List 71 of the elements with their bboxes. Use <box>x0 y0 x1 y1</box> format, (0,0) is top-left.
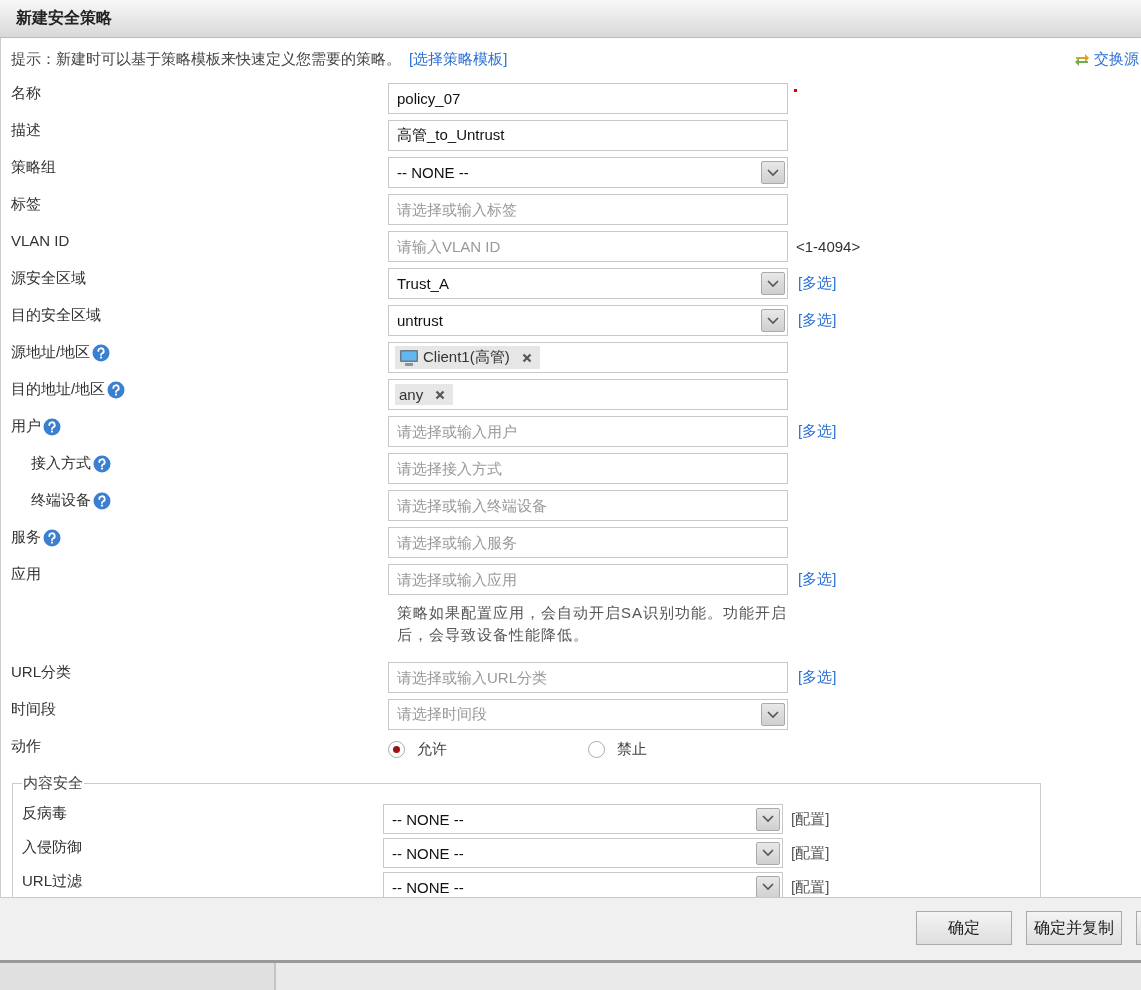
field-label: 接入方式 <box>31 454 91 473</box>
field-label: 描述 <box>11 121 41 140</box>
field-label: 应用 <box>11 565 41 584</box>
field-label: 目的地址/地区 <box>11 380 106 399</box>
input-field[interactable]: 请输入VLAN ID <box>388 231 788 262</box>
dialog-button[interactable]: 确定并复制 <box>1026 911 1122 945</box>
config-link[interactable]: [配置] <box>791 877 1040 897</box>
field-label: 目的安全区域 <box>11 306 101 325</box>
help-icon[interactable] <box>43 528 61 547</box>
input-field[interactable]: 请选择接入方式 <box>388 453 788 484</box>
radio-button[interactable] <box>588 740 605 758</box>
radio-label[interactable]: 禁止 <box>617 739 647 759</box>
input-field[interactable]: 高管_to_Untrust <box>388 120 788 151</box>
tag-field[interactable]: any <box>388 379 788 410</box>
input-field[interactable]: 请选择或输入用户 <box>388 416 788 447</box>
field-label: 反病毒 <box>22 803 68 823</box>
note-text: 策略如果配置应用，会自动开启SA识别功能。功能开启后，会导致设备性能降低。 <box>397 603 788 645</box>
field-label: 源安全区域 <box>11 269 86 288</box>
panel-title: 内容安全 <box>22 774 84 793</box>
config-link[interactable]: [配置] <box>791 843 1040 863</box>
select-field[interactable]: Trust_A <box>388 268 788 299</box>
remove-icon[interactable] <box>521 352 532 363</box>
tag-chip[interactable]: Client1(高管) <box>395 346 540 369</box>
multi-select-link[interactable]: [多选] <box>798 668 837 687</box>
help-icon[interactable] <box>93 454 111 473</box>
field-label: URL分类 <box>11 663 71 682</box>
select-field[interactable]: untrust <box>388 305 788 336</box>
input-field[interactable]: 请选择或输入终端设备 <box>388 490 788 521</box>
input-field[interactable]: 请选择或输入标签 <box>388 194 788 225</box>
multi-select-link[interactable]: [多选] <box>798 274 837 293</box>
computer-icon <box>399 348 419 367</box>
input-field[interactable]: policy_07 <box>388 83 788 114</box>
field-label: 服务 <box>11 528 41 547</box>
select-field[interactable]: -- NONE -- <box>388 157 788 188</box>
help-icon[interactable] <box>43 417 61 436</box>
swap-icon <box>1074 51 1090 67</box>
tag-chip[interactable]: any <box>395 384 454 405</box>
field-label: 名称 <box>11 84 41 103</box>
field-label: 策略组 <box>11 158 56 177</box>
help-icon[interactable] <box>107 380 126 399</box>
range-hint: <1-4094> <box>796 238 861 255</box>
field-label: 源地址/地区 <box>11 343 91 362</box>
dialog-button[interactable]: 确定 <box>916 911 1012 945</box>
input-field[interactable]: 请选择或输入URL分类 <box>388 662 788 693</box>
radio-button[interactable] <box>388 740 405 758</box>
input-field[interactable]: 请选择或输入应用 <box>388 564 788 595</box>
field-label: 终端设备 <box>31 491 91 510</box>
radio-label[interactable]: 允许 <box>417 739 447 759</box>
field-label: VLAN ID <box>11 232 70 249</box>
config-link[interactable]: [配置] <box>791 809 1040 829</box>
template-link[interactable]: [选择策略模板] <box>409 49 508 69</box>
multi-select-link[interactable]: [多选] <box>798 311 837 330</box>
select-field[interactable]: -- NONE -- <box>383 804 783 834</box>
window-title: 新建安全策略 <box>16 8 112 28</box>
multi-select-link[interactable]: [多选] <box>798 570 837 589</box>
field-label: 时间段 <box>11 700 56 719</box>
help-icon[interactable] <box>93 491 111 510</box>
hint-text: 提示：新建时可以基于策略模板来快速定义您需要的策略。 <box>11 49 401 69</box>
help-icon[interactable] <box>92 343 111 362</box>
swap-link[interactable]: 交换源 <box>1094 49 1139 69</box>
field-label: 用户 <box>11 417 41 436</box>
field-label: URL过滤 <box>22 871 83 891</box>
tag-field[interactable]: Client1(高管) <box>388 342 788 373</box>
select-field[interactable]: -- NONE -- <box>383 838 783 868</box>
field-label: 入侵防御 <box>22 837 83 857</box>
multi-select-link[interactable]: [多选] <box>798 422 837 441</box>
field-label: 标签 <box>11 195 41 214</box>
select-field[interactable]: -- NONE -- <box>383 872 783 897</box>
remove-icon[interactable] <box>435 389 446 400</box>
input-field[interactable]: 请选择或输入服务 <box>388 527 788 558</box>
field-label: 动作 <box>11 737 41 756</box>
